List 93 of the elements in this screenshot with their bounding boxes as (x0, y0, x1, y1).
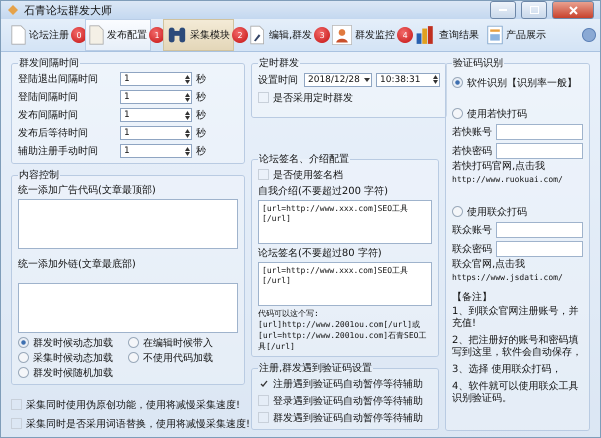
unit-label: 秒 (196, 144, 206, 158)
maximize-icon (530, 6, 538, 14)
close-button[interactable] (552, 1, 594, 19)
group-title: 定时群发 (258, 56, 300, 70)
radio-option[interactable]: 不使用代码加载 (128, 350, 238, 365)
person-icon (332, 25, 352, 45)
date-field[interactable]: 2018/12/28 (304, 72, 372, 86)
note-text: 3、选择 使用联众打码， (452, 364, 563, 376)
field-label: 发布后等待时间 (18, 126, 89, 140)
report-icon (487, 25, 504, 45)
unit-label: 秒 (196, 126, 206, 140)
field-label: 登陆间隔时间 (18, 90, 79, 104)
field-label: 发布间隔时间 (18, 108, 79, 122)
note-text: 2、把注册好的账号和密码填写到这里，软件会自动保存， (452, 335, 583, 359)
field-label: 统一添加广告代码(文章最顶部) (18, 184, 157, 197)
field-label: 登陆退出间隔时间 (18, 72, 99, 86)
code-hint: 代码可以这个写: [url]http://www.2001ou.com[/url]或 [url=http://www.2001ou.com]石青SEO工具[/url] (258, 308, 428, 352)
field-label: 联众密码 (452, 242, 492, 256)
document-icon (89, 25, 104, 45)
spin-arrows-icon (185, 92, 190, 102)
checkbox-option[interactable]: 注册遇到验证码自动暂停等待辅助 (258, 376, 432, 391)
spin-arrows-icon (185, 110, 190, 120)
site-link[interactable]: http://www.ruokuai.com/ (452, 175, 583, 184)
spin-arrows-icon (185, 146, 190, 156)
spin-arrows-icon (433, 75, 438, 84)
site-link[interactable]: https://www.jsdati.com/ (452, 273, 583, 282)
field-label: 辅助注册手动时间 (18, 144, 99, 158)
toolbar-tab[interactable]: 产品展示 (483, 19, 550, 51)
note-text: 1、到联众官网注册账号，并充值! (452, 306, 580, 330)
app-icon (7, 4, 19, 16)
text-area[interactable]: [url=http://www.xxx.com]SEO工具[/url] (258, 200, 432, 244)
field-label: 设置时间 (258, 74, 299, 86)
checkbox-option[interactable]: 是否使用签名档 (258, 167, 432, 182)
toolbar-tab[interactable]: 采集模块 (163, 19, 234, 51)
text-area[interactable] (18, 199, 238, 249)
document-icon (11, 25, 26, 45)
maximize-button[interactable] (521, 1, 547, 19)
site-text: 若快打码官网,点击我 (452, 161, 546, 173)
step-badge: 2 (232, 27, 248, 43)
time-field[interactable]: 10:38:31 (376, 72, 440, 86)
checkbox-option[interactable]: 登录遇到验证码自动暂停等待辅助 (258, 393, 432, 408)
group-title: 群发间隔时间 (18, 56, 80, 70)
field-label: 自我介绍(不要超过200 字符) (258, 184, 390, 198)
toolbar-tab[interactable]: 群发监控 (328, 19, 400, 51)
unit-label: 秒 (196, 108, 206, 122)
close-icon (568, 6, 578, 14)
text-area[interactable] (18, 283, 238, 333)
radio-option[interactable]: 在编辑时候带入 (128, 335, 238, 350)
checkbox-option[interactable]: 是否采用定时群发 (258, 90, 440, 105)
input-field[interactable] (496, 240, 583, 256)
minimize-button[interactable] (490, 1, 516, 19)
field-label: 若快密码 (452, 144, 492, 158)
group-title: 内容控制 (18, 168, 60, 182)
site-text: 联众官网,点击我 (452, 259, 526, 271)
group-title: 验证码识别 (452, 57, 504, 70)
dropdown-icon (364, 78, 370, 82)
step-badge: 4 (397, 27, 414, 43)
note-text: 4、软件就可以使用联众工具识别验证码。 (452, 381, 580, 405)
group-title: 论坛签名、介绍配置 (258, 152, 350, 166)
spin-arrows-icon (185, 128, 190, 138)
notes-title: 【备注】 (452, 292, 493, 304)
pen-page-icon (250, 25, 266, 45)
field-label: 若快账号 (452, 126, 492, 138)
toolbar-tab[interactable]: 编辑,群发 (246, 19, 316, 51)
radio-option[interactable]: 采集时候动态加载 (18, 350, 128, 365)
group-title: 注册,群发遇到验证码设置 (258, 362, 374, 375)
radio-option[interactable]: 群发时候随机加载 (18, 365, 128, 380)
toolbar-tab[interactable]: 论坛注册 (7, 19, 73, 51)
field-label: 联众账号 (452, 224, 492, 236)
spin-field[interactable]: 1 (120, 72, 192, 86)
field-label: 统一添加外链(文章最底部) (18, 258, 137, 271)
radio-option[interactable]: 软件识别【识别率一般】 (452, 75, 583, 90)
spin-field[interactable]: 1 (120, 144, 192, 158)
window-title: 石青论坛群发大师 (24, 2, 113, 18)
spin-field[interactable]: 1 (120, 90, 192, 104)
toolbar-tab[interactable]: 查询结果 (411, 19, 484, 51)
input-field[interactable] (496, 142, 583, 158)
radio-option[interactable]: 使用若快打码 (452, 106, 583, 121)
radio-option[interactable]: 群发时候动态加载 (18, 335, 128, 350)
unit-label: 秒 (196, 72, 206, 86)
step-badge: 3 (314, 27, 330, 43)
checkbox-option[interactable]: 群发遇到验证码自动暂停等待辅助 (258, 410, 432, 425)
toolbar-tab[interactable]: 发布配置 (85, 19, 151, 51)
spin-field[interactable]: 1 (120, 108, 192, 122)
unit-label: 秒 (196, 90, 206, 104)
input-field[interactable] (496, 222, 583, 238)
input-field[interactable] (496, 124, 583, 140)
spin-arrows-icon (185, 74, 190, 84)
radio-option[interactable]: 使用联众打码 (452, 204, 583, 219)
checkbox-option[interactable]: 采集同时使用伪原创功能，使用将减慢采集速度! (11, 397, 245, 412)
text-area[interactable]: [url=http://www.xxx.com]SEO工具[/url] (258, 262, 432, 306)
field-label: 论坛签名(不要超过80 字符) (258, 246, 383, 260)
spin-field[interactable]: 1 (120, 126, 192, 140)
